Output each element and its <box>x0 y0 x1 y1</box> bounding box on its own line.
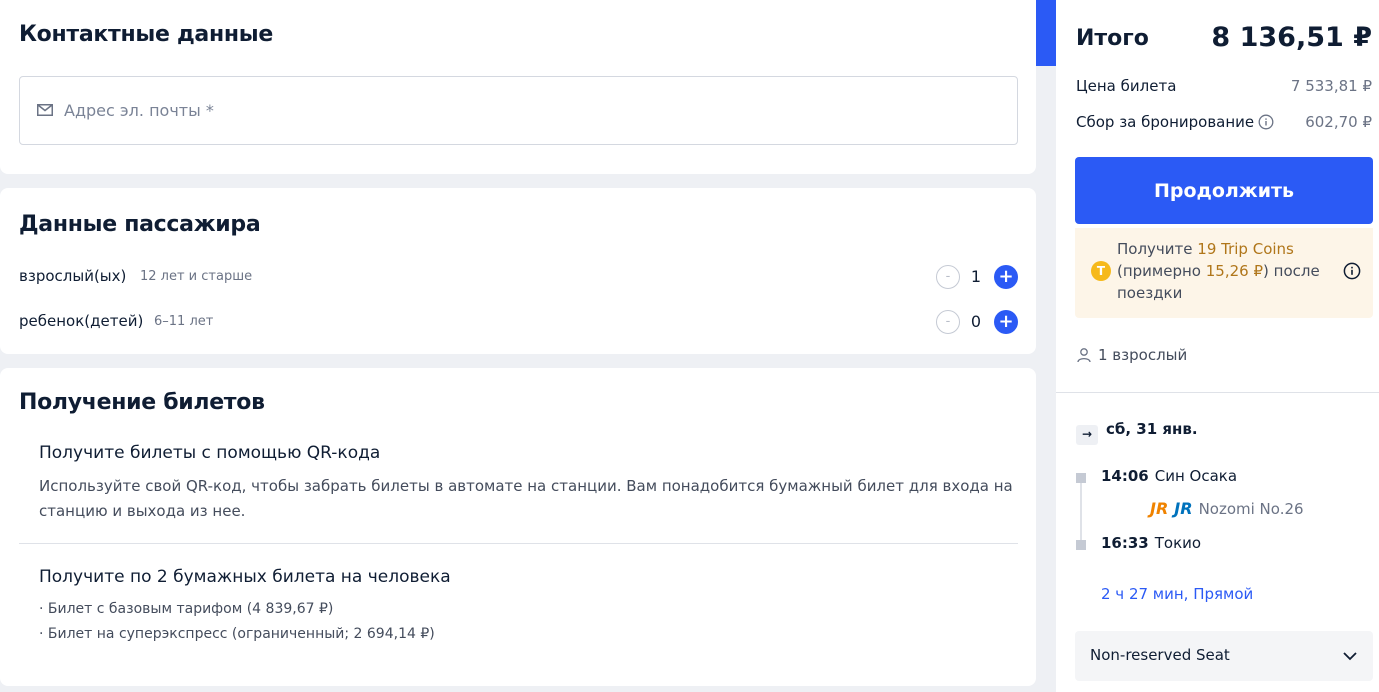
departure-station: Син Осака <box>1154 467 1238 485</box>
paper-option-title: Получите по 2 бумажных билета на человек… <box>39 567 451 587</box>
jr-logo-icon: JR <box>1150 499 1169 518</box>
description-line: станцию и выхода из нее. <box>39 502 246 520</box>
passenger-row-child: ребенок(детей) 6–11 лет - 0 + <box>19 310 1018 336</box>
ticket-price-value: 7 533,81 ₽ <box>1290 77 1372 95</box>
arrow-right-icon: → <box>1076 425 1098 445</box>
header-accent-strip <box>1036 0 1056 66</box>
total-price: 8 136,51 ₽ <box>1211 22 1372 53</box>
total-label: Итого <box>1076 26 1149 51</box>
ticket-price-label: Цена билета <box>1076 77 1177 95</box>
traveller-count: 1 взрослый <box>1098 346 1188 364</box>
departure-time: 14:06 <box>1101 467 1149 485</box>
divider <box>1056 392 1379 393</box>
description-line: Используйте свой QR-код, чтобы забрать б… <box>39 477 1013 495</box>
ticket-delivery-card: Получение билетов Получите билеты с помо… <box>0 368 1036 686</box>
coins-text-prefix: Получите <box>1117 240 1198 258</box>
traveller-summary: 1 взрослый <box>1076 346 1187 364</box>
description-line: · Билет на суперэкспресс (ограниченный; … <box>39 626 435 642</box>
trip-duration-link[interactable]: 2 ч 27 мин, Прямой <box>1101 585 1253 603</box>
seat-type-label: Non-reserved Seat <box>1090 646 1230 664</box>
qr-option-description: Используйте свой QR-код, чтобы забрать б… <box>39 474 1013 524</box>
info-icon[interactable] <box>1343 262 1361 280</box>
timeline-dot <box>1076 473 1086 483</box>
child-increment-button[interactable]: + <box>994 310 1018 334</box>
description-line: · Билет с базовым тарифом (4 839,67 ₽) <box>39 601 334 617</box>
booking-fee-value: 602,70 ₽ <box>1305 113 1372 131</box>
person-icon <box>1077 348 1091 363</box>
passenger-age-label: 12 лет и старше <box>140 269 253 284</box>
timeline-dot <box>1076 540 1086 550</box>
trip-coins-banner: T Получите 19 Trip Coins (примерно 15,26 … <box>1075 228 1373 318</box>
ticket-price-row: Цена билета 7 533,81 ₽ <box>1076 77 1372 95</box>
coins-amount: 19 Trip Coins <box>1197 240 1294 258</box>
departure-stop: 14:06 Син Осака <box>1101 467 1237 485</box>
coins-money-amount: 15,26 ₽ <box>1205 262 1264 280</box>
trip-date-row: → сб, 31 янв. <box>1076 420 1198 445</box>
train-name: Nozomi No.26 <box>1198 500 1304 518</box>
train-info: JR JR Nozomi No.26 <box>1150 499 1304 518</box>
timeline-line <box>1080 478 1082 546</box>
email-input[interactable] <box>64 95 964 125</box>
divider <box>19 543 1018 544</box>
booking-fee-row: Сбор за бронирование 602,70 ₽ <box>1076 113 1372 131</box>
trip-date: сб, 31 янв. <box>1106 420 1198 438</box>
adult-decrement-button[interactable]: - <box>936 265 960 289</box>
continue-button[interactable]: Продолжить <box>1075 157 1373 224</box>
booking-fee-label: Сбор за бронирование <box>1076 113 1255 131</box>
qr-option-title: Получите билеты с помощью QR-кода <box>39 443 381 463</box>
passenger-type-label: ребенок(детей) <box>19 312 144 330</box>
ticket-delivery-section-title: Получение билетов <box>19 390 265 415</box>
child-count: 0 <box>970 312 982 331</box>
passenger-age-label: 6–11 лет <box>154 314 214 329</box>
trip-coins-text: Получите 19 Trip Coins (примерно 15,26 ₽)… <box>1117 238 1327 304</box>
info-icon[interactable] <box>1258 114 1274 130</box>
seat-type-select[interactable]: Non-reserved Seat <box>1075 631 1373 681</box>
passenger-type-label: взрослый(ых) <box>19 267 127 285</box>
trip-coin-icon: T <box>1091 261 1111 281</box>
child-decrement-button[interactable]: - <box>936 310 960 334</box>
arrival-time: 16:33 <box>1101 534 1149 552</box>
order-summary-sidebar: Итого 8 136,51 ₽ Цена билета 7 533,81 ₽ … <box>1056 0 1379 692</box>
contact-card: Контактные данные <box>0 0 1036 174</box>
arrival-station: Токио <box>1154 534 1202 552</box>
arrival-stop: 16:33 Токио <box>1101 534 1201 552</box>
chevron-down-icon <box>1343 652 1357 661</box>
passenger-section-title: Данные пассажира <box>19 212 261 237</box>
paper-option-description: · Билет с базовым тарифом (4 839,67 ₽) ·… <box>39 597 435 647</box>
coins-text-middle: (примерно <box>1117 262 1206 280</box>
contact-section-title: Контактные данные <box>19 22 273 47</box>
adult-increment-button[interactable]: + <box>994 265 1018 289</box>
mail-icon <box>37 104 53 116</box>
adult-count: 1 <box>970 267 982 286</box>
passenger-card: Данные пассажира взрослый(ых) 12 лет и с… <box>0 188 1036 354</box>
passenger-row-adult: взрослый(ых) 12 лет и старше - 1 + <box>19 265 1018 291</box>
email-field[interactable] <box>19 76 1018 145</box>
jr-logo-icon: JR <box>1174 499 1193 518</box>
